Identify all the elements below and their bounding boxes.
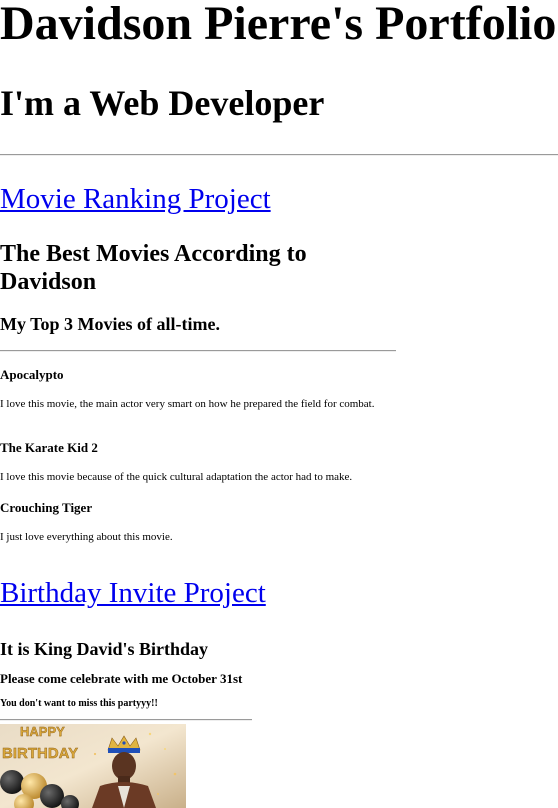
movie-description-2: I love this movie because of the quick c… [0, 471, 353, 483]
birthday-image: HAPPY BIRTHDAY [0, 724, 186, 808]
page-title: Davidson Pierre's Portfolio [0, 0, 557, 50]
divider [0, 154, 558, 156]
movie-title-2: The Karate Kid 2 [0, 440, 98, 455]
birthday-invite-project-link[interactable]: Birthday Invite Project [0, 577, 266, 609]
page-subtitle: I'm a Web Developer [0, 83, 325, 123]
birthday-subheading: Please come celebrate with me October 31… [0, 671, 243, 686]
birthday-heading: It is King David's Birthday [0, 639, 209, 659]
birthday-divider [0, 719, 252, 721]
movie-ranking-section: The Best Movies According to Davidson My… [0, 240, 400, 543]
movie-description-1: I love this movie, the main actor very s… [0, 398, 375, 410]
movie-title-1: Apocalypto [0, 367, 64, 382]
movie-description-3: I just love everything about this movie. [0, 531, 173, 543]
movie-section-heading: The Best Movies According to Davidson [0, 241, 307, 295]
birthday-note: You don't want to miss this partyyy!! [0, 698, 158, 709]
svg-text:BIRTHDAY: BIRTHDAY [2, 745, 78, 762]
movie-title-3: Crouching Tiger [0, 500, 93, 515]
svg-text:HAPPY: HAPPY [20, 724, 65, 739]
movie-divider [0, 350, 396, 352]
movie-section-subheading: My Top 3 Movies of all-time. [0, 314, 220, 334]
movie-ranking-project-link[interactable]: Movie Ranking Project [0, 183, 271, 215]
